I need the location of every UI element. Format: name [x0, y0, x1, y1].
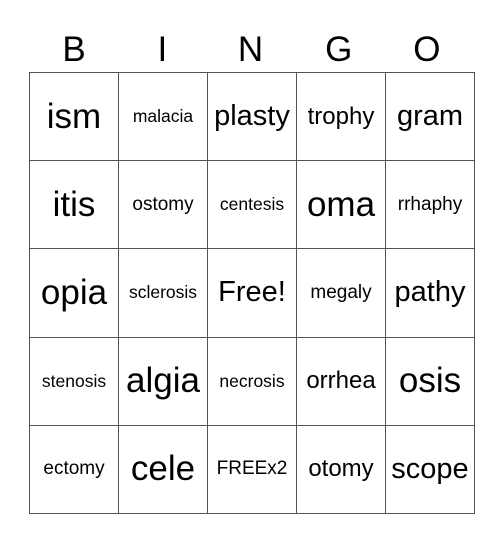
bingo-cell[interactable]: ectomy — [29, 424, 119, 515]
header-letter-b: B — [62, 30, 86, 69]
bingo-cell-text: Free! — [218, 276, 286, 309]
bingo-cell[interactable]: FREEx2 — [207, 424, 297, 515]
bingo-cell[interactable]: oma — [296, 160, 386, 250]
header-letter-g: G — [325, 30, 353, 69]
bingo-cell-text: ectomy — [43, 458, 105, 480]
bingo-cell[interactable]: stenosis — [29, 336, 119, 426]
bingo-row: itis ostomy centesis oma rrhaphy — [29, 160, 475, 250]
bingo-card-grid: ism malacia plasty trophy gram itis ostomy cent… — [29, 71, 475, 515]
bingo-cell[interactable]: ostomy — [118, 160, 208, 250]
bingo-cell[interactable]: Free! — [207, 248, 297, 338]
header-letter-i: I — [157, 30, 168, 69]
bingo-cell[interactable]: sclerosis — [118, 248, 208, 338]
bingo-cell[interactable]: osis — [385, 336, 475, 426]
bingo-cell-text: scope — [391, 452, 469, 485]
bingo-row: opia sclerosis Free! megaly pathy — [29, 248, 475, 338]
bingo-cell-text: oma — [306, 184, 376, 224]
bingo-cell[interactable]: cele — [118, 424, 208, 515]
bingo-cell-text: orrhea — [306, 367, 376, 395]
bingo-cell-text: rrhaphy — [397, 193, 463, 215]
bingo-cell[interactable]: plasty — [207, 71, 297, 162]
bingo-row: ectomy cele FREEx2 otomy scope — [29, 424, 475, 515]
bingo-cell-text: algia — [126, 361, 200, 401]
bingo-row: stenosis algia necrosis orrhea osis — [29, 336, 475, 426]
bingo-cell-text: itis — [52, 184, 96, 224]
bingo-cell-text: stenosis — [41, 370, 107, 391]
bingo-cell-text: megaly — [310, 281, 372, 303]
bingo-cell-text: ostomy — [132, 193, 194, 215]
bingo-cell-text: necrosis — [219, 370, 285, 391]
bingo-cell-text: ism — [46, 96, 102, 136]
bingo-cell-text: malacia — [132, 106, 194, 127]
bingo-cell-text: FREEx2 — [216, 458, 288, 480]
bingo-header: B I N G O — [30, 28, 471, 72]
bingo-cell[interactable]: pathy — [385, 248, 475, 338]
bingo-cell-text: gram — [396, 100, 464, 133]
bingo-cell[interactable]: malacia — [118, 71, 208, 162]
bingo-cell-text: otomy — [308, 455, 374, 483]
bingo-cell[interactable]: ism — [29, 71, 119, 162]
bingo-cell[interactable]: megaly — [296, 248, 386, 338]
bingo-cell[interactable]: scope — [385, 424, 475, 515]
bingo-row: ism malacia plasty trophy gram — [29, 71, 475, 162]
bingo-cell[interactable]: rrhaphy — [385, 160, 475, 250]
bingo-cell[interactable]: trophy — [296, 71, 386, 162]
bingo-cell-text: opia — [40, 272, 108, 312]
bingo-cell-text: sclerosis — [128, 282, 198, 303]
bingo-cell[interactable]: algia — [118, 336, 208, 426]
bingo-cell-text: plasty — [214, 100, 290, 133]
bingo-cell[interactable]: itis — [29, 160, 119, 250]
bingo-cell-text: cele — [130, 449, 196, 489]
bingo-cell-text: osis — [398, 361, 462, 401]
bingo-cell[interactable]: centesis — [207, 160, 297, 250]
bingo-cell-text: pathy — [394, 276, 466, 309]
header-letter-n: N — [237, 30, 264, 69]
header-letter-o: O — [413, 30, 441, 69]
bingo-cell[interactable]: otomy — [296, 424, 386, 515]
bingo-cell[interactable]: orrhea — [296, 336, 386, 426]
bingo-cell[interactable]: gram — [385, 71, 475, 162]
bingo-cell-text: trophy — [307, 102, 375, 130]
bingo-cell[interactable]: opia — [29, 248, 119, 338]
bingo-cell-text: centesis — [219, 194, 285, 215]
bingo-cell[interactable]: necrosis — [207, 336, 297, 426]
